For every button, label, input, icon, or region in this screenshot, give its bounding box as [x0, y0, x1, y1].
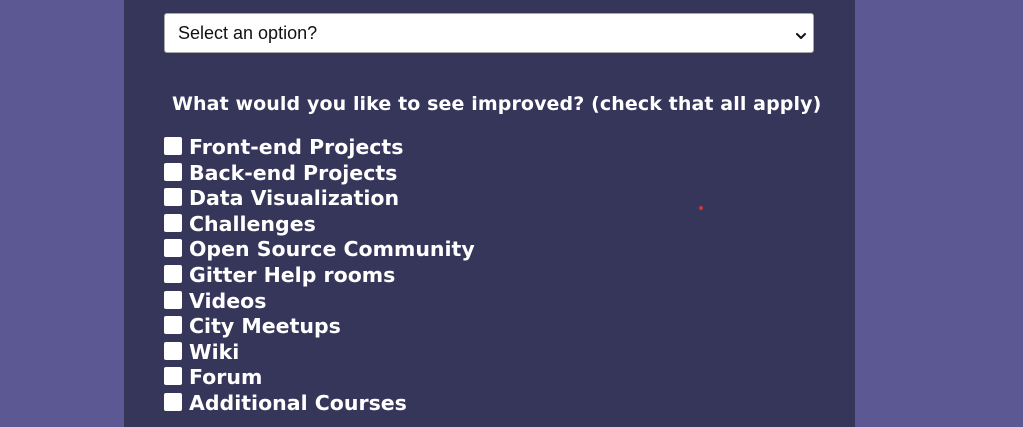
option-label: Front-end Projects: [189, 135, 404, 159]
survey-form: Select an option? What would you like to…: [124, 0, 855, 427]
checkbox[interactable]: [164, 162, 182, 181]
option-additional-courses[interactable]: Additional Courses: [164, 391, 475, 417]
improvement-select[interactable]: Select an option?: [164, 13, 814, 53]
option-data-visualization[interactable]: Data Visualization: [164, 186, 475, 212]
option-open-source-community[interactable]: Open Source Community: [164, 237, 475, 263]
option-label: Wiki: [189, 339, 240, 364]
checkbox[interactable]: [164, 290, 182, 309]
option-label: Gitter Help rooms: [189, 262, 396, 287]
option-front-end-projects[interactable]: Front-end Projects: [164, 135, 475, 161]
option-label: Open Source Community: [189, 237, 475, 262]
option-forum[interactable]: Forum: [164, 365, 475, 391]
checkbox[interactable]: [164, 341, 182, 360]
option-city-meetups[interactable]: City Meetups: [164, 314, 475, 340]
option-back-end-projects[interactable]: Back-end Projects: [164, 161, 475, 187]
chevron-down-icon: [795, 27, 807, 39]
checkbox[interactable]: [164, 239, 182, 258]
option-gitter-help-rooms[interactable]: Gitter Help rooms: [164, 263, 475, 289]
select-value: Select an option?: [178, 23, 318, 43]
checkbox[interactable]: [164, 316, 182, 335]
improvements-question: What would you like to see improved? (ch…: [172, 93, 822, 115]
improvement-options: Front-end Projects Back-end Projects Dat…: [164, 135, 475, 417]
option-videos[interactable]: Videos: [164, 289, 475, 315]
option-label: Videos: [189, 288, 267, 313]
cursor-dot: [699, 206, 703, 210]
option-label: City Meetups: [189, 314, 341, 339]
checkbox[interactable]: [164, 367, 182, 386]
option-label: Additional Courses: [189, 390, 407, 415]
option-label: Data Visualization: [189, 186, 400, 211]
option-label: Challenges: [189, 211, 316, 236]
checkbox[interactable]: [164, 137, 182, 155]
option-wiki[interactable]: Wiki: [164, 340, 475, 366]
checkbox[interactable]: [164, 264, 182, 283]
checkbox[interactable]: [164, 392, 182, 411]
option-label: Back-end Projects: [189, 160, 398, 185]
option-challenges[interactable]: Challenges: [164, 212, 475, 238]
option-label: Forum: [189, 365, 263, 390]
checkbox[interactable]: [164, 188, 182, 207]
checkbox[interactable]: [164, 213, 182, 232]
